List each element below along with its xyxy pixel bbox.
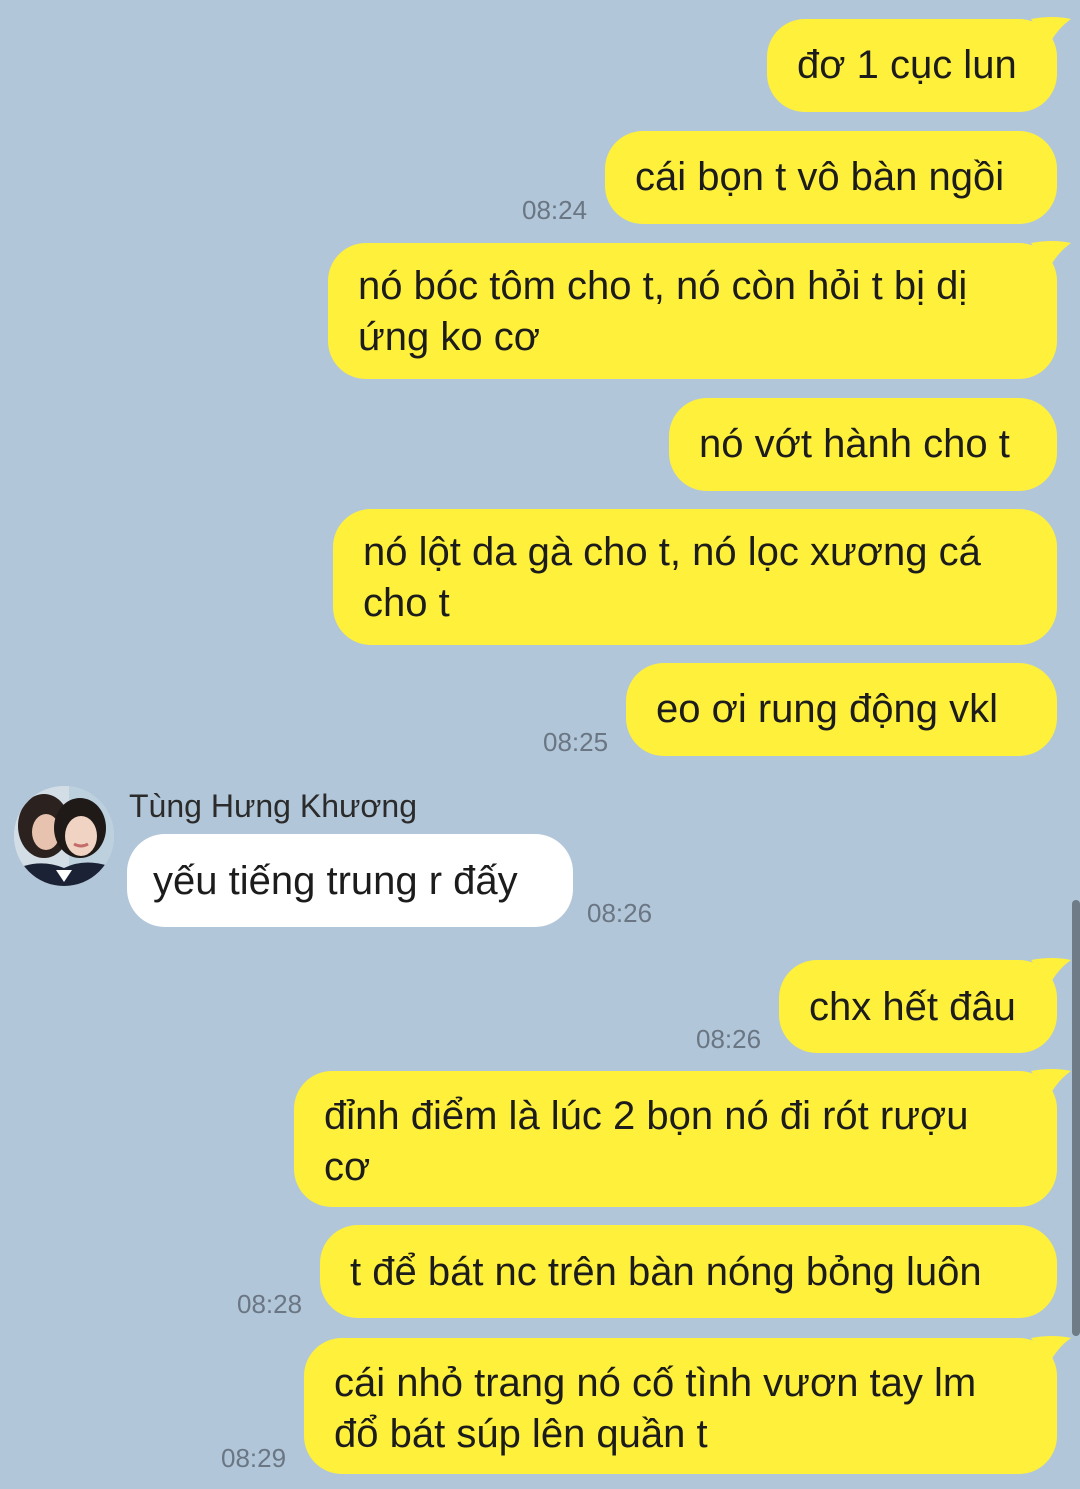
message-timestamp: 08:25 [543, 727, 609, 757]
message-text: t để bát nc trên bàn nóng bỏng luôn [350, 1250, 982, 1294]
message-timestamp: 08:26 [696, 1024, 762, 1054]
bubble-tail-icon [1031, 1336, 1071, 1364]
bubble-tail-icon [1031, 17, 1071, 45]
bubble-tail-icon [1031, 1069, 1071, 1097]
message-text: cái nhỏ trang nó cố tình vươn tay lm đổ … [334, 1361, 977, 1456]
outgoing-message-bubble[interactable]: nó vớt hành cho t [669, 398, 1057, 491]
outgoing-message-bubble[interactable]: đơ 1 cục lun [767, 17, 1071, 112]
contact-avatar[interactable] [14, 786, 114, 886]
sender-name: Tùng Hưng Khương [129, 788, 417, 824]
chat-message-list[interactable]: đơ 1 cục lun cái bọn t vô bàn ngồi 08:24… [0, 0, 1080, 1489]
outgoing-message-bubble[interactable]: t để bát nc trên bàn nóng bỏng luôn [320, 1225, 1057, 1318]
message-text: nó bóc tôm cho t, nó còn hỏi t bị dị ứng… [358, 264, 968, 359]
outgoing-message-bubble[interactable]: eo ơi rung động vkl [626, 663, 1057, 756]
message-text: yếu tiếng trung r đấy [153, 859, 518, 903]
message-text: nó vớt hành cho t [699, 422, 1010, 466]
bubble-tail-icon [1031, 241, 1071, 269]
message-text: đỉnh điểm là lúc 2 bọn nó đi rót rượu cơ [324, 1094, 969, 1189]
message-text: đơ 1 cục lun [797, 43, 1017, 87]
message-text: eo ơi rung động vkl [656, 687, 998, 731]
outgoing-message-bubble[interactable]: chx hết đâu [779, 958, 1071, 1053]
incoming-message-bubble[interactable]: yếu tiếng trung r đấy [127, 834, 573, 927]
message-timestamp: 08:29 [221, 1443, 287, 1473]
message-text: cái bọn t vô bàn ngồi [635, 155, 1005, 199]
message-timestamp: 08:24 [522, 195, 588, 225]
outgoing-message-bubble[interactable]: nó bóc tôm cho t, nó còn hỏi t bị dị ứng… [328, 241, 1071, 379]
avatar-photo-icon [14, 786, 114, 886]
bubble-tail-icon [1031, 958, 1071, 986]
outgoing-message-bubble[interactable]: cái bọn t vô bàn ngồi [605, 131, 1057, 224]
outgoing-message-bubble[interactable]: nó lột da gà cho t, nó lọc xương cá cho … [333, 509, 1057, 645]
message-text: nó lột da gà cho t, nó lọc xương cá cho … [363, 530, 981, 625]
outgoing-message-bubble[interactable]: đỉnh điểm là lúc 2 bọn nó đi rót rượu cơ [294, 1069, 1071, 1207]
outgoing-message-bubble[interactable]: cái nhỏ trang nó cố tình vươn tay lm đổ … [304, 1336, 1071, 1474]
message-timestamp: 08:28 [237, 1289, 303, 1319]
scrollbar[interactable] [1072, 900, 1080, 1336]
message-text: chx hết đâu [809, 985, 1016, 1029]
message-timestamp: 08:26 [587, 898, 653, 928]
